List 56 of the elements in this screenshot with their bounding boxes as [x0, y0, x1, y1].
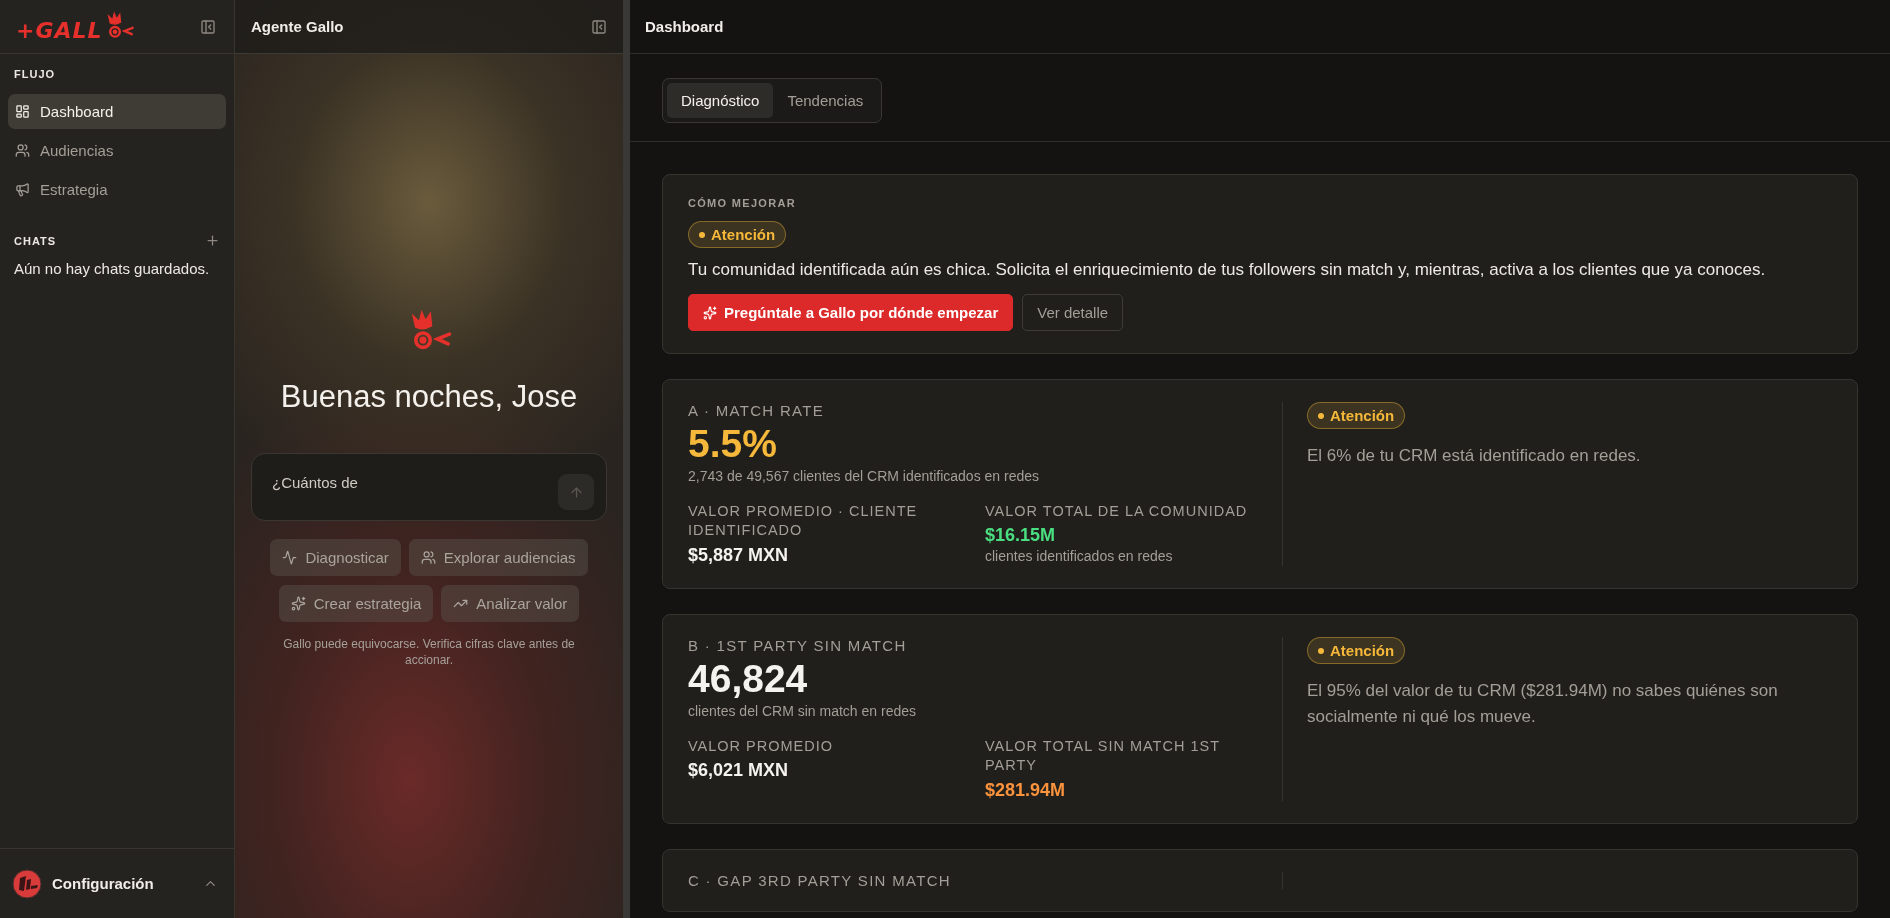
chip-icon — [282, 550, 298, 565]
metric-description: El 6% de tu CRM está identificado en redes. — [1307, 445, 1642, 467]
stat-note: clientes identificados en redes — [985, 548, 1174, 565]
avatar-icon — [12, 868, 42, 899]
stat-label: VALOR PROMEDIO — [688, 736, 835, 756]
tab[interactable]: Tendencias — [773, 83, 878, 118]
metric-title: C · GAP 3RD PARTY SIN MATCH — [688, 872, 952, 890]
section-title: CHATS — [14, 234, 57, 247]
status-badge: Atención — [688, 221, 787, 248]
suggestion-chip[interactable]: Explorar audiencias — [408, 539, 588, 576]
nav-icon — [15, 104, 30, 119]
metric-subtitle: 2,743 de 49,567 clientes del CRM identificados en redes — [688, 467, 1040, 484]
stat-label: VALOR TOTAL DE LA COMUNIDAD — [985, 501, 1249, 521]
metric-value: 46,824 — [688, 658, 809, 701]
suggestion-chip[interactable]: Diagnosticar — [270, 539, 401, 576]
section-title: FLUJO — [14, 68, 56, 80]
stat-label: VALOR PROMEDIO · CLIENTE IDENTIFICADO — [688, 501, 919, 541]
chip-icon — [420, 550, 436, 565]
card-eyebrow: CÓMO MEJORAR — [688, 197, 797, 209]
metric-title: A · MATCH RATE — [688, 402, 825, 419]
nav-icon — [15, 182, 30, 197]
empty-message: Aún no hay chats guardados. — [13, 259, 211, 279]
stat-label: VALOR TOTAL SIN MATCH 1ST PARTY — [985, 736, 1221, 776]
metric-title: B · 1ST PARTY SIN MATCH — [688, 637, 908, 654]
nav-icon — [15, 143, 30, 158]
chat-input-field[interactable]: ¿Cuántos de — [251, 453, 607, 521]
disclaimer: Gallo puede equivocarse. Verifica cifras clave antes de accionar. — [282, 636, 576, 669]
add-icon[interactable] — [205, 233, 220, 248]
collapse-sidebar-icon[interactable] — [200, 18, 216, 35]
suggestion-chip[interactable]: Crear estrategia — [278, 585, 434, 622]
metric-subtitle: clientes del CRM sin match en redes — [688, 702, 917, 719]
ask-button[interactable]: Pregúntale a Gallo por dónde empezar — [688, 294, 1014, 331]
status-badge: Atención — [1307, 637, 1406, 664]
detail-button[interactable]: Ver detalle — [1022, 294, 1124, 331]
sidebar-item[interactable]: Audiencias — [8, 133, 226, 168]
sparkles-icon — [703, 305, 717, 320]
stat-value: $6,021 MXN — [688, 760, 790, 782]
sidebar-item[interactable]: Dashboard — [8, 94, 226, 129]
metric-value: 5.5% — [688, 423, 778, 466]
stat-value: $5,887 MXN — [688, 545, 790, 566]
metric-description: El 95% del valor de tu CRM ($281.94M) no sabes quiénes son socialmente ni qué los mueve. — [1307, 680, 1779, 729]
collapse-panel-icon[interactable] — [591, 18, 607, 35]
card-text: Tu comunidad identificada aún es chica. Solicita el enriquecimiento de tus followers sin match y, mientras, activa a los clientes que ya conoces. — [688, 260, 1767, 280]
stat-value: $16.15M — [985, 525, 1057, 547]
logo-text: +GALL — [16, 17, 103, 43]
input-field[interactable]: ¿Cuántos de — [272, 468, 558, 491]
settings-button[interactable]: Configuración — [52, 875, 193, 892]
suggestion-chip[interactable]: Analizar valor — [441, 585, 580, 622]
chip-icon — [290, 596, 306, 611]
page-title: Dashboard — [645, 18, 724, 35]
sidebar-item[interactable]: Estrategia — [8, 172, 226, 207]
panel-title: Agente Gallo — [251, 18, 344, 35]
stat-value: $281.94M — [985, 780, 1067, 802]
status-badge: Atención — [1307, 402, 1406, 429]
greeting: Buenas noches, Jose — [280, 379, 578, 415]
tab[interactable]: Diagnóstico — [667, 83, 774, 118]
